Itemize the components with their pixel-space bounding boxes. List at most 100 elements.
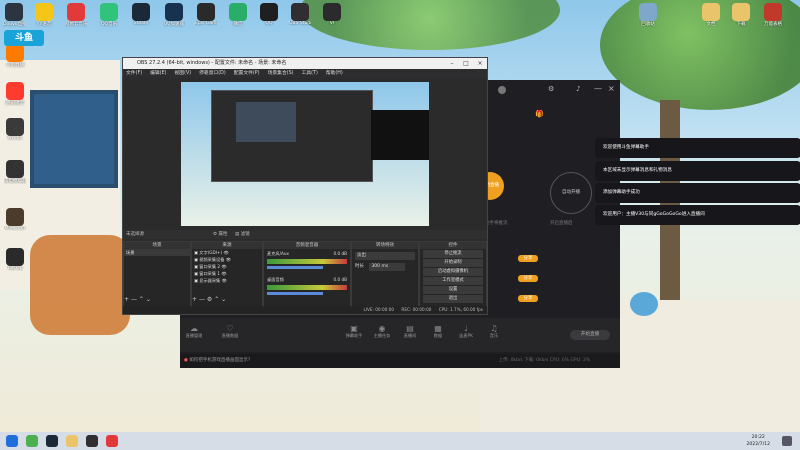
control-button[interactable]: 启动虚拟摄像机 [423,268,483,276]
obs-preview-canvas[interactable] [181,82,429,226]
obs-maximize-button[interactable]: □ [459,58,473,69]
obs-menu-item[interactable]: 编辑(E) [150,71,166,76]
obs-minimize-button[interactable]: – [445,58,459,69]
tool-room[interactable]: ▤ 直播间 [396,324,424,339]
control-button[interactable]: 设置 [423,286,483,294]
properties-button[interactable]: ⚙ 属性 [213,230,227,239]
tool-label: 主播任务 [373,333,391,338]
obs-menu-item[interactable]: 文件(F) [126,71,142,76]
mode-card-auto[interactable]: 自动开播 [550,172,592,214]
explorer-icon[interactable] [66,435,78,447]
footer-help-link[interactable]: 如何把手机游戏直播画面显示? [189,358,250,363]
desk-top-9[interactable]: OBS Studio [289,3,311,26]
filters-button[interactable]: ▤ 滤镜 [235,230,250,239]
tray-clock[interactable]: 20:22 2022/7/12 [746,434,770,448]
desk-top-7[interactable]: 微信 [227,3,249,27]
qq-music-icon [100,3,118,21]
share-button-2[interactable]: 分享 [518,275,538,282]
close-icon[interactable]: × [608,84,615,93]
remove-scene-button[interactable]: — [131,296,137,303]
gift-icon[interactable]: 🎁 [535,110,544,118]
side-tab-manage[interactable]: ☁ 直播管理 [180,324,208,339]
settings-icon[interactable]: ⚙ [548,85,554,93]
notification-4: 欢迎用户：主播V30与同gGoGoGoGo进入直播间 [595,205,800,225]
eye-icon[interactable]: 👁 [222,250,228,255]
source-label: 窗口采集 1 [199,271,221,276]
source-item[interactable]: ▣ 窗口采集 1 👁 [192,270,262,277]
tool-music[interactable]: ♫ 音乐 [480,324,508,339]
desk-top-0[interactable]: Douyu直播助手 [3,3,25,27]
share-button-1[interactable]: 分享 [518,255,538,262]
obs-icon[interactable] [86,435,98,447]
desk-right-3[interactable]: 万能表格 [762,3,784,27]
desktop-icon-label: 腾讯课堂 [6,101,24,106]
duration-input[interactable]: 300 ms [369,263,406,271]
control-button[interactable]: 退出 [423,295,483,303]
steam-icon[interactable] [46,435,58,447]
music-icon[interactable] [106,435,118,447]
tool-danmu[interactable]: ▣ 弹幕助手 [340,324,368,339]
volume-slider[interactable] [267,292,323,295]
desk-right-1[interactable]: 文档 [700,3,722,27]
remove-source-button[interactable]: — [199,296,205,303]
desk-top-8[interactable]: QQ [258,3,280,26]
source-item[interactable]: ▣ 窗口采集 2 👁 [192,263,262,270]
desk-left-5[interactable]: TapTap [4,248,26,271]
obs-menu-item[interactable]: 场景集合(S) [268,71,294,76]
obs-menu-item[interactable]: 配置文件(P) [234,71,260,76]
scene-item[interactable]: 场景 [124,249,190,256]
obs-close-button[interactable]: × [473,58,487,69]
source-item[interactable]: ▣ 文字(GDI+) 👁 [192,249,262,256]
avatar-icon[interactable] [498,86,506,94]
scene-up-button[interactable]: ⌃ [139,296,144,303]
desk-top-3[interactable]: QQ音乐 [98,3,120,27]
eye-icon[interactable]: 👁 [220,264,226,269]
desk-top-1[interactable]: YY语音 [33,3,55,27]
source-settings-icon[interactable]: ⚙ [207,296,212,303]
transition-select[interactable]: 淡出 [355,252,415,260]
desk-right-2[interactable]: 下载 [730,3,752,27]
desk-top-5[interactable]: UU加速器 [163,3,185,27]
desk-left-1[interactable]: 腾讯课堂 [4,82,26,106]
minimize-icon[interactable]: — [594,84,602,93]
eye-icon[interactable]: 👁 [220,278,227,283]
obs-menu-item[interactable]: 视图(V) [174,71,191,76]
desk-top-4[interactable]: Steam [130,3,152,26]
volume-slider[interactable] [267,266,323,269]
source-item[interactable]: ▣ 视频采集设备 👁 [192,256,262,263]
obs-menu-item[interactable]: 停靠窗口(D) [199,71,226,76]
tool-data[interactable]: ▦ 数据 [424,324,452,339]
share-button-3[interactable]: 分享 [518,295,538,302]
add-source-button[interactable]: + [192,296,197,303]
start-live-button[interactable]: 开始直播 [570,330,610,340]
desk-top-6[interactable]: Epic Games [195,3,217,26]
control-button[interactable]: 开始录制 [423,259,483,267]
desk-left-3[interactable]: 雷电模拟器 [4,160,26,184]
desk-right-0[interactable]: 回收站 [637,3,659,27]
add-scene-button[interactable]: + [124,296,129,303]
eye-icon[interactable]: 👁 [224,257,231,262]
source-up-button[interactable]: ⌃ [214,296,219,303]
windows-start-icon[interactable] [6,435,18,447]
eye-icon[interactable]: 👁 [220,271,226,276]
tool-task[interactable]: ◉ 主播任务 [368,324,396,339]
desk-top-2[interactable]: 网易云音乐 [65,3,87,27]
control-button[interactable]: 停止推流 [423,250,483,258]
tool-pk[interactable]: ♩ 连麦PK [452,324,480,339]
scene-down-button[interactable]: ⌄ [146,296,151,303]
obs-menu-item[interactable]: 帮助(H) [326,71,343,76]
desk-left-4[interactable]: Minecraft [4,208,26,231]
source-down-button[interactable]: ⌄ [221,296,226,303]
notification-center-icon[interactable] [782,436,792,446]
bell-icon[interactable]: ♪ [576,85,580,93]
obs-menu-item[interactable]: 工具(T) [302,71,318,76]
source-item[interactable]: ▣ 显示器采集 👁 [192,277,262,284]
control-button[interactable]: 工作室模式 [423,277,483,285]
desk-left-0[interactable]: 斗鱼直播 [4,44,26,68]
desktop-icon-label: 下载 [736,22,746,27]
desk-left-2[interactable]: Nvidia [4,118,26,141]
side-tab-data[interactable]: ♡ 直播数据 [216,324,244,339]
chrome-icon[interactable] [26,435,38,447]
mixer-channel-name: 桌面音频 [267,277,284,282]
desk-top-10[interactable]: VI [321,3,343,26]
